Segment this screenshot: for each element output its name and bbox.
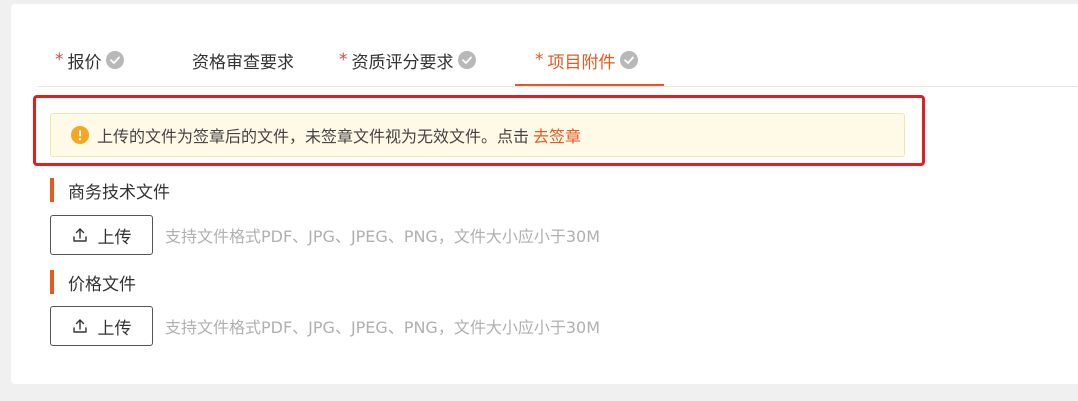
tab-label: 资质评分要求 [351,52,454,73]
section-title-business-technical: 商务技术文件 [50,178,170,203]
upload-icon [72,228,87,242]
tab-quote[interactable]: * 报价 [55,34,124,86]
upload-row-business-technical: 上传 支持文件格式PDF、JPG、JPEG、PNG，文件大小应小于30M [50,215,600,255]
file-format-hint: 支持文件格式PDF、JPG、JPEG、PNG，文件大小应小于30M [165,318,600,337]
section-marker [50,178,54,202]
upload-label: 上传 [97,318,132,339]
check-circle-icon [619,51,638,69]
check-circle-icon [457,51,476,69]
signature-notice: 上传的文件为签章后的文件，未签章文件视为无效文件。点击 去签章 [50,113,905,157]
tab-qualification-review[interactable]: 资格审查要求 [192,34,294,86]
required-mark: * [55,50,64,70]
go-sign-link[interactable]: 去签章 [533,123,581,147]
required-mark: * [535,50,544,70]
file-format-hint: 支持文件格式PDF、JPG、JPEG、PNG，文件大小应小于30M [165,227,600,246]
tab-project-attachments[interactable]: * 项目附件 [535,34,638,86]
upload-button[interactable]: 上传 [50,306,153,346]
section-title-text: 价格文件 [68,274,136,295]
upload-icon [72,319,87,333]
upload-label: 上传 [97,227,132,248]
tab-qualification-scoring[interactable]: * 资质评分要求 [339,34,476,86]
upload-row-price: 上传 支持文件格式PDF、JPG、JPEG、PNG，文件大小应小于30M [50,306,600,346]
upload-button[interactable]: 上传 [50,215,153,255]
tab-label: 资格审查要求 [192,52,294,73]
warning-icon [71,126,89,144]
check-circle-icon [105,51,124,69]
tab-label: 报价 [67,52,102,73]
tab-bar: * 报价 资格审查要求 * 资质评分要求 * 项目附件 [37,34,1078,87]
active-tab-underline [515,84,664,86]
required-mark: * [339,50,348,70]
section-marker [50,270,54,294]
notice-text: 上传的文件为签章后的文件，未签章文件视为无效文件。点击 [97,127,530,146]
section-title-price: 价格文件 [50,270,136,295]
tab-label: 项目附件 [547,52,616,73]
section-title-text: 商务技术文件 [68,182,170,203]
